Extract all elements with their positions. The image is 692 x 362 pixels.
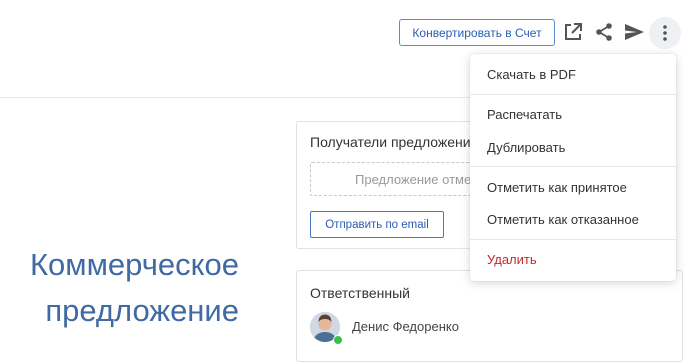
- menu-item-mark-accepted[interactable]: Отметить как принятое: [470, 172, 676, 202]
- menu-item-delete[interactable]: Удалить: [470, 244, 676, 274]
- responsible-card: [296, 270, 683, 362]
- recipients-card-title: Получатели предложения: [310, 134, 479, 150]
- menu-item-mark-declined[interactable]: Отметить как отказанное: [470, 204, 676, 234]
- convert-to-invoice-button[interactable]: Конвертировать в Счет: [399, 19, 555, 46]
- header-divider: [0, 97, 470, 98]
- menu-divider: [470, 239, 676, 240]
- send-icon[interactable]: [622, 20, 646, 44]
- menu-divider: [470, 94, 676, 95]
- more-vertical-icon: [663, 25, 667, 41]
- share-icon[interactable]: [592, 20, 616, 44]
- document-title: Коммерческое предложение: [30, 242, 239, 334]
- more-options-button[interactable]: [649, 17, 681, 49]
- responsible-card-title: Ответственный: [310, 285, 410, 301]
- menu-item-download-pdf[interactable]: Скачать в PDF: [470, 59, 676, 89]
- menu-divider: [470, 166, 676, 167]
- more-options-menu: Скачать в PDF Распечатать Дублировать От…: [470, 54, 676, 281]
- document-title-line2: предложение: [45, 293, 239, 328]
- send-by-email-button[interactable]: Отправить по email: [310, 211, 444, 238]
- menu-item-duplicate[interactable]: Дублировать: [470, 132, 676, 162]
- responsible-person-name[interactable]: Денис Федоренко: [352, 319, 459, 334]
- open-external-icon[interactable]: [561, 20, 585, 44]
- document-title-line1: Коммерческое: [29, 247, 239, 282]
- menu-item-print[interactable]: Распечатать: [470, 99, 676, 129]
